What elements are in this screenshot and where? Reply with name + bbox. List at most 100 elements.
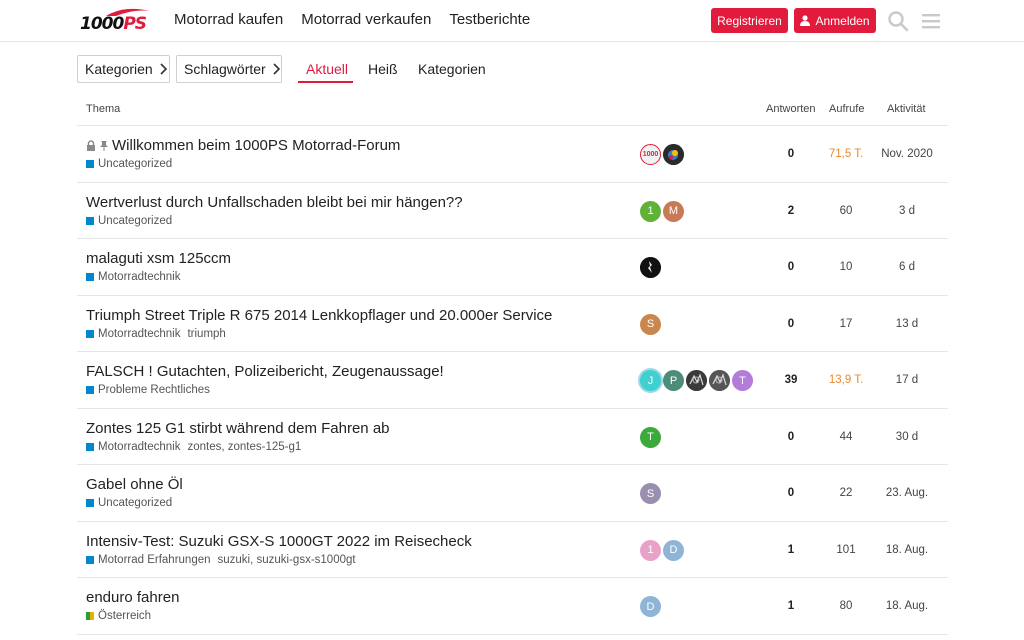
category-badge bbox=[86, 386, 94, 394]
category-badge bbox=[86, 499, 94, 507]
nav-testberichte[interactable]: Testberichte bbox=[449, 11, 530, 28]
active-tab-indicator bbox=[298, 81, 353, 83]
topic-category: Motorradtechnik zontes, zontes-125-g1 bbox=[86, 441, 301, 453]
topic-title-container: Willkommen beim 1000PS Motorrad-Forum bbox=[86, 137, 400, 154]
search-icon[interactable] bbox=[887, 10, 909, 32]
reply-count[interactable]: 0 bbox=[756, 318, 826, 330]
category-link[interactable]: Motorradtechnik bbox=[98, 441, 180, 453]
poster-avatars: 1000 bbox=[640, 144, 684, 165]
login-label: Anmelden bbox=[815, 13, 870, 28]
avatar[interactable]: D bbox=[663, 539, 684, 561]
poster-avatars bbox=[640, 257, 661, 278]
reply-count[interactable]: 39 bbox=[756, 374, 826, 386]
last-activity[interactable]: 3 d bbox=[867, 205, 947, 217]
avatar[interactable]: S bbox=[640, 313, 661, 335]
category-badge bbox=[86, 555, 94, 564]
nav-motorrad-kaufen[interactable]: Motorrad kaufen bbox=[174, 11, 283, 28]
category-badge bbox=[86, 273, 94, 281]
avatar[interactable] bbox=[686, 370, 707, 391]
poster-avatars: S bbox=[640, 313, 661, 335]
avatar[interactable] bbox=[709, 370, 730, 391]
avatar[interactable]: D bbox=[640, 596, 661, 617]
main-nav: Motorrad kaufen Motorrad verkaufen Testb… bbox=[174, 11, 530, 28]
topic-title-link[interactable]: enduro fahren bbox=[86, 589, 179, 606]
chevron-right-icon bbox=[160, 63, 167, 75]
topic-title-link[interactable]: Wertverlust durch Unfallschaden bleibt b… bbox=[86, 194, 463, 211]
tab-aktuell[interactable]: Aktuell bbox=[306, 61, 348, 77]
reply-count[interactable]: 0 bbox=[756, 431, 826, 443]
topic-title-link[interactable]: malaguti xsm 125ccm bbox=[86, 250, 231, 267]
topic-title-link[interactable]: Intensiv-Test: Suzuki GSX-S 1000GT 2022 … bbox=[86, 533, 472, 550]
topic-tags[interactable]: zontes, zontes-125-g1 bbox=[187, 441, 301, 453]
reply-count[interactable]: 0 bbox=[756, 261, 826, 273]
avatar[interactable]: 1000 bbox=[640, 144, 661, 165]
hamburger-menu-icon[interactable] bbox=[920, 10, 942, 32]
topic-tags[interactable]: suzuki, suzuki-gsx-s1000gt bbox=[218, 554, 356, 566]
last-activity[interactable]: 30 d bbox=[867, 431, 947, 443]
nav-motorrad-verkaufen[interactable]: Motorrad verkaufen bbox=[301, 11, 431, 28]
category-link[interactable]: Uncategorized bbox=[98, 215, 172, 227]
reply-count[interactable]: 1 bbox=[756, 600, 826, 612]
categories-dropdown[interactable]: Kategorien bbox=[77, 55, 170, 83]
column-header-topic[interactable]: Thema bbox=[86, 103, 120, 115]
avatar[interactable]: 1 bbox=[640, 539, 661, 561]
column-header-replies[interactable]: Antworten bbox=[766, 103, 816, 115]
category-link[interactable]: Österreich bbox=[98, 610, 151, 622]
table-row: Willkommen beim 1000PS Motorrad-Forum Unc… bbox=[77, 126, 948, 182]
poster-avatars: JP T bbox=[640, 370, 753, 391]
view-count: 13,9 T. bbox=[828, 374, 864, 386]
topic-title-link[interactable]: Zontes 125 G1 stirbt während dem Fahren … bbox=[86, 420, 390, 437]
register-button[interactable]: Registrieren bbox=[711, 8, 788, 33]
poster-avatars: 1M bbox=[640, 200, 684, 222]
topic-title-link[interactable]: Triumph Street Triple R 675 2014 Lenkkop… bbox=[86, 307, 552, 324]
category-link[interactable]: Uncategorized bbox=[98, 497, 172, 509]
reply-count[interactable]: 1 bbox=[756, 544, 826, 556]
category-link[interactable]: Probleme Rechtliches bbox=[98, 384, 210, 396]
category-link[interactable]: Motorradtechnik bbox=[98, 328, 180, 340]
last-activity[interactable]: Nov. 2020 bbox=[867, 148, 947, 160]
last-activity[interactable]: 13 d bbox=[867, 318, 947, 330]
topic-category: Uncategorized bbox=[86, 158, 172, 170]
category-link[interactable]: Uncategorized bbox=[98, 158, 172, 170]
last-activity[interactable]: 18. Aug. bbox=[867, 544, 947, 556]
tab-heiss[interactable]: Heiß bbox=[368, 61, 398, 77]
view-count: 80 bbox=[839, 600, 853, 612]
poster-avatars: S bbox=[640, 483, 661, 504]
avatar[interactable]: S bbox=[640, 483, 661, 504]
column-header-views[interactable]: Aufrufe bbox=[829, 103, 864, 115]
column-header-activity[interactable]: Aktivität bbox=[887, 103, 926, 115]
last-activity[interactable]: 6 d bbox=[867, 261, 947, 273]
topic-title-link[interactable]: Gabel ohne Öl bbox=[86, 476, 183, 493]
avatar[interactable]: P bbox=[663, 370, 684, 391]
categories-dropdown-label: Kategorien bbox=[85, 61, 153, 77]
tab-kategorien[interactable]: Kategorien bbox=[418, 61, 486, 77]
last-activity[interactable]: 17 d bbox=[867, 374, 947, 386]
last-activity[interactable]: 23. Aug. bbox=[867, 487, 947, 499]
table-row: Triumph Street Triple R 675 2014 Lenkkop… bbox=[77, 296, 948, 352]
avatar[interactable] bbox=[663, 144, 684, 165]
avatar[interactable]: 1 bbox=[640, 200, 661, 222]
last-activity[interactable]: 18. Aug. bbox=[867, 600, 947, 612]
poster-avatars: T bbox=[640, 426, 661, 448]
avatar[interactable]: J bbox=[640, 370, 661, 391]
avatar[interactable]: M bbox=[663, 200, 684, 222]
topic-title-container: enduro fahren bbox=[86, 589, 179, 606]
reply-count[interactable]: 2 bbox=[756, 205, 826, 217]
category-link[interactable]: Motorradtechnik bbox=[98, 271, 180, 283]
category-badge bbox=[86, 160, 94, 168]
category-badge bbox=[86, 329, 94, 338]
login-button[interactable]: Anmelden bbox=[794, 8, 876, 33]
tags-dropdown[interactable]: Schlagwörter bbox=[176, 55, 282, 83]
site-logo[interactable]: 1000PS bbox=[78, 7, 152, 34]
topic-title-link[interactable]: FALSCH ! Gutachten, Polizeibericht, Zeug… bbox=[86, 363, 444, 380]
reply-count[interactable]: 0 bbox=[756, 487, 826, 499]
topic-title-link[interactable]: Willkommen beim 1000PS Motorrad-Forum bbox=[112, 137, 400, 154]
category-link[interactable]: Motorrad Erfahrungen bbox=[98, 554, 211, 566]
topic-title-container: malaguti xsm 125ccm bbox=[86, 250, 231, 267]
avatar[interactable]: T bbox=[640, 426, 661, 448]
topic-tags[interactable]: triumph bbox=[187, 328, 225, 340]
reply-count[interactable]: 0 bbox=[756, 148, 826, 160]
avatar[interactable] bbox=[640, 257, 661, 278]
avatar[interactable]: T bbox=[732, 370, 753, 391]
table-row: FALSCH ! Gutachten, Polizeibericht, Zeug… bbox=[77, 352, 948, 408]
